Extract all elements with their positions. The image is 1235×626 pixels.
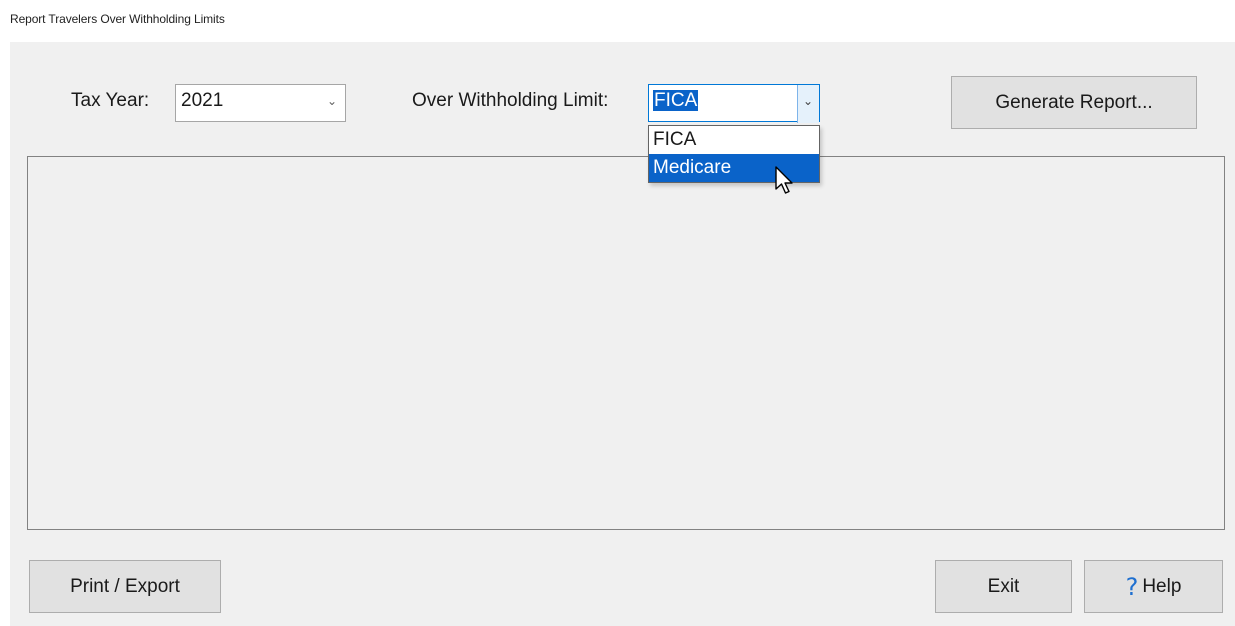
tax-year-label: Tax Year: bbox=[71, 90, 150, 111]
chevron-down-icon: ⌄ bbox=[803, 94, 814, 108]
help-button-label: Help bbox=[1142, 575, 1182, 597]
withholding-limit-value: FICA bbox=[653, 90, 699, 111]
withholding-limit-dropdown-button[interactable]: ⌄ bbox=[797, 85, 819, 123]
help-button[interactable]: ? Help bbox=[1084, 560, 1223, 613]
chevron-down-icon[interactable]: ⌄ bbox=[327, 94, 337, 108]
question-mark-icon: ? bbox=[1125, 572, 1139, 601]
withholding-limit-select[interactable]: FICA ⌄ bbox=[648, 84, 820, 123]
print-export-button[interactable]: Print / Export bbox=[29, 560, 221, 613]
report-results-panel bbox=[27, 156, 1225, 530]
exit-button[interactable]: Exit bbox=[935, 560, 1072, 613]
generate-report-button[interactable]: Generate Report... bbox=[951, 76, 1197, 129]
withholding-limit-label: Over Withholding Limit: bbox=[412, 90, 609, 111]
dropdown-option-fica[interactable]: FICA bbox=[649, 126, 819, 154]
tax-year-select[interactable]: 2021 ⌄ bbox=[175, 84, 346, 122]
window-title: Report Travelers Over Withholding Limits bbox=[10, 12, 225, 26]
tax-year-value: 2021 bbox=[181, 90, 224, 111]
mouse-pointer-icon bbox=[775, 166, 793, 194]
